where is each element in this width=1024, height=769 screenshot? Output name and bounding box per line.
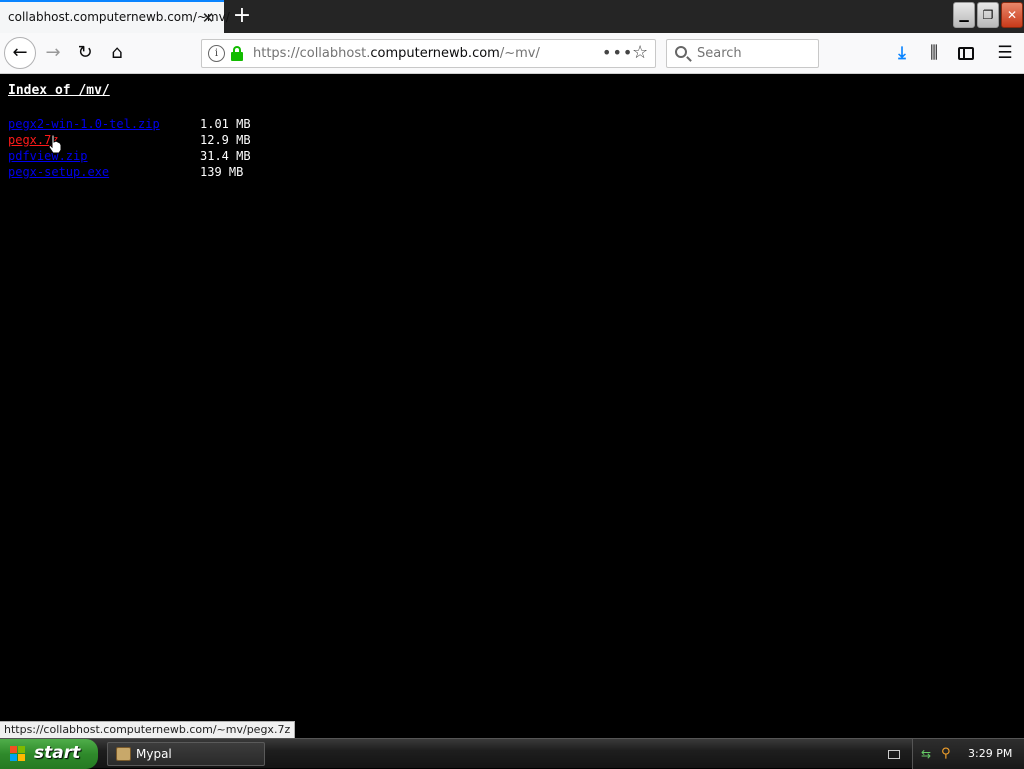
- search-placeholder: Search: [697, 46, 742, 61]
- clock[interactable]: 3:29 PM: [968, 739, 1012, 769]
- sidebar-icon[interactable]: [951, 38, 981, 68]
- file-link[interactable]: pegx-setup.exe: [8, 164, 109, 180]
- info-icon[interactable]: i: [208, 45, 225, 62]
- minimize-button[interactable]: ▁: [953, 2, 975, 28]
- url-path: /~mv/: [499, 46, 540, 61]
- windows-flag-icon: [10, 746, 26, 762]
- tab-active[interactable]: collabhost.computernewb.com/~mv/ ✕: [0, 0, 230, 33]
- lock-icon[interactable]: [231, 46, 243, 61]
- star-icon[interactable]: ☆: [632, 42, 648, 63]
- download-icon[interactable]: ⤓: [887, 38, 917, 68]
- network-icon[interactable]: ⇆: [921, 747, 935, 761]
- file-link[interactable]: pegx2-win-1.0-tel.zip: [8, 116, 160, 132]
- menu-icon[interactable]: ☰: [990, 38, 1020, 68]
- forward-icon[interactable]: →: [38, 38, 68, 68]
- hand-cursor-icon: [48, 134, 62, 154]
- home-icon[interactable]: ⌂: [102, 38, 132, 68]
- close-icon[interactable]: ✕: [198, 8, 218, 28]
- tab-strip: collabhost.computernewb.com/~mv/ ✕ + ▁ ❐…: [0, 0, 1024, 33]
- app-icon: [116, 747, 131, 761]
- file-size: 139 MB: [200, 165, 244, 179]
- status-url: https://collabhost.computernewb.com/~mv/…: [0, 721, 296, 738]
- search-input[interactable]: Search: [666, 39, 819, 68]
- system-tray: ⇆ ⚲ 3:29 PM: [912, 739, 1024, 769]
- search-icon: [675, 46, 687, 58]
- taskbar: start Mypal ⇆ ⚲ 3:29 PM: [0, 738, 1024, 769]
- library-icon[interactable]: ⫼: [919, 38, 949, 68]
- url-host: computernewb.com: [370, 46, 500, 61]
- keyboard-icon[interactable]: [888, 750, 900, 759]
- restore-button[interactable]: ❐: [977, 2, 999, 28]
- file-size: 1.01 MB: [200, 117, 251, 131]
- start-label: start: [34, 743, 81, 763]
- start-button[interactable]: start: [0, 739, 98, 769]
- url-prefix: https://collabhost.: [253, 46, 371, 61]
- file-size: 31.4 MB: [200, 149, 251, 163]
- plus-icon[interactable]: +: [230, 4, 254, 28]
- nav-bar: ← → ↻ ⌂ i https://collabhost.computernew…: [0, 33, 1024, 74]
- search-tray-icon[interactable]: ⚲: [941, 747, 955, 761]
- taskbar-app-label: Mypal: [136, 747, 172, 761]
- window-close-button[interactable]: ✕: [1001, 2, 1023, 28]
- page-content: Index of /mv/ pegx2-win-1.0-tel.zip 1.01…: [0, 74, 1024, 738]
- back-icon[interactable]: ←: [4, 37, 36, 69]
- reload-icon[interactable]: ↻: [70, 38, 100, 68]
- taskbar-app-button[interactable]: Mypal: [107, 742, 265, 766]
- url-text[interactable]: https://collabhost.computernewb.com/~mv/: [253, 46, 540, 61]
- more-icon[interactable]: •••: [602, 43, 633, 62]
- url-bar[interactable]: i https://collabhost.computernewb.com/~m…: [201, 39, 656, 68]
- file-size: 12.9 MB: [200, 133, 251, 147]
- page-title: Index of /mv/: [8, 83, 110, 98]
- tab-title: collabhost.computernewb.com/~mv/: [8, 10, 230, 24]
